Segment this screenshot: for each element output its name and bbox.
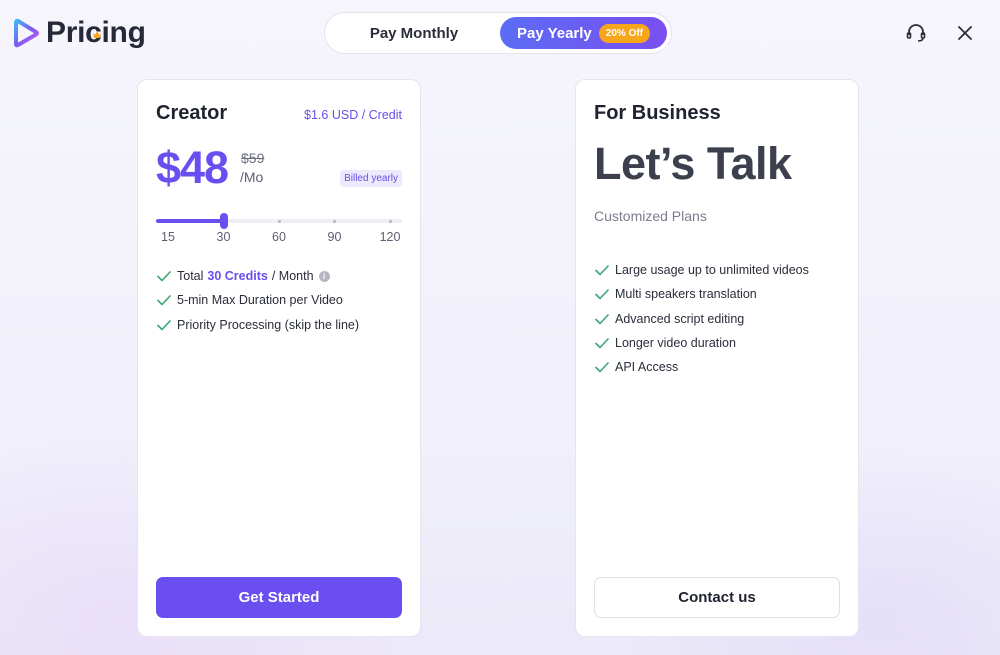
slider-tick[interactable] — [277, 220, 281, 223]
feature-label: Priority Processing (skip the line) — [177, 317, 360, 332]
feature-label: Longer video duration — [615, 336, 736, 351]
creator-plan-card: Creator $1.6 USD / Credit $48 $59 /Mo Bi… — [137, 79, 421, 637]
business-plan-card: For Business Let’s Talk Customized Plans… — [575, 79, 859, 637]
credits-prefix: Total — [177, 269, 204, 284]
feature-item: Priority Processing (skip the line) — [156, 313, 359, 337]
feature-label: API Access — [615, 360, 679, 375]
crown-icon — [93, 31, 101, 38]
check-icon — [156, 271, 172, 282]
support-headset-icon[interactable] — [904, 21, 928, 45]
feature-item: Total 30 Credits / Month i — [156, 264, 359, 288]
app-logo: Pricing — [14, 16, 146, 50]
check-icon — [594, 289, 610, 301]
feature-label: Multi speakers translation — [615, 287, 757, 302]
billed-yearly-badge: Billed yearly — [340, 170, 402, 187]
pay-yearly-label: Pay Yearly — [516, 24, 592, 42]
check-icon — [156, 295, 172, 307]
feature-item: Longer video duration — [594, 331, 809, 355]
credits-suffix: / Month — [271, 269, 314, 284]
billing-toggle[interactable]: Pay Monthly Pay Yearly 20% Off — [324, 12, 672, 54]
business-headline: Let’s Talk — [594, 138, 792, 189]
contact-us-button[interactable]: Contact us — [594, 577, 840, 618]
feature-label: 5-min Max Duration per Video — [177, 293, 343, 308]
slider-tick[interactable] — [333, 220, 336, 223]
credit-rate: $1.6 USD / Credit — [304, 108, 402, 122]
check-icon — [594, 313, 610, 325]
pay-yearly-tab[interactable]: Pay Yearly 20% Off — [500, 17, 667, 49]
slider-fill — [156, 219, 222, 223]
get-started-button[interactable]: Get Started — [156, 577, 402, 618]
feature-item: 5-min Max Duration per Video — [156, 288, 359, 312]
pay-monthly-tab[interactable]: Pay Monthly — [329, 17, 499, 49]
slider-label-15[interactable]: 15 — [161, 230, 175, 244]
slider-label-90[interactable]: 90 — [328, 230, 342, 244]
slider-tick[interactable] — [388, 220, 392, 223]
info-icon[interactable]: i — [318, 270, 330, 282]
business-subtitle: Customized Plans — [594, 208, 707, 224]
creator-feature-list: Total 30 Credits / Month i 5-min Max Dur… — [156, 264, 359, 337]
slider-label-60[interactable]: 60 — [272, 230, 286, 244]
feature-item: API Access — [594, 355, 809, 379]
feature-item: Multi speakers translation — [594, 282, 809, 306]
check-icon — [594, 337, 610, 349]
plan-title: For Business — [594, 102, 721, 124]
business-feature-list: Large usage up to unlimited videos Multi… — [594, 258, 809, 379]
price-period: /Mo — [240, 169, 264, 185]
logo-icon — [14, 18, 39, 48]
original-price: $59 — [241, 150, 265, 166]
check-icon — [594, 362, 610, 373]
credits-slider[interactable]: 15 30 60 90 120 — [156, 213, 402, 253]
check-icon — [594, 265, 610, 276]
plan-title: Creator — [156, 102, 228, 124]
feature-label: Advanced script editing — [615, 311, 745, 326]
feature-item: Advanced script editing — [594, 307, 809, 331]
slider-handle[interactable] — [219, 213, 228, 229]
feature-item: Large usage up to unlimited videos — [594, 258, 809, 282]
feature-label: Large usage up to unlimited videos — [615, 263, 809, 278]
slider-label-120[interactable]: 120 — [380, 230, 401, 244]
slider-label-30[interactable]: 30 — [217, 230, 231, 244]
plan-price: $48 — [156, 142, 229, 193]
credits-value: 30 Credits — [207, 269, 268, 284]
check-icon — [156, 319, 172, 331]
close-icon[interactable] — [955, 23, 975, 43]
discount-badge: 20% Off — [598, 23, 651, 43]
